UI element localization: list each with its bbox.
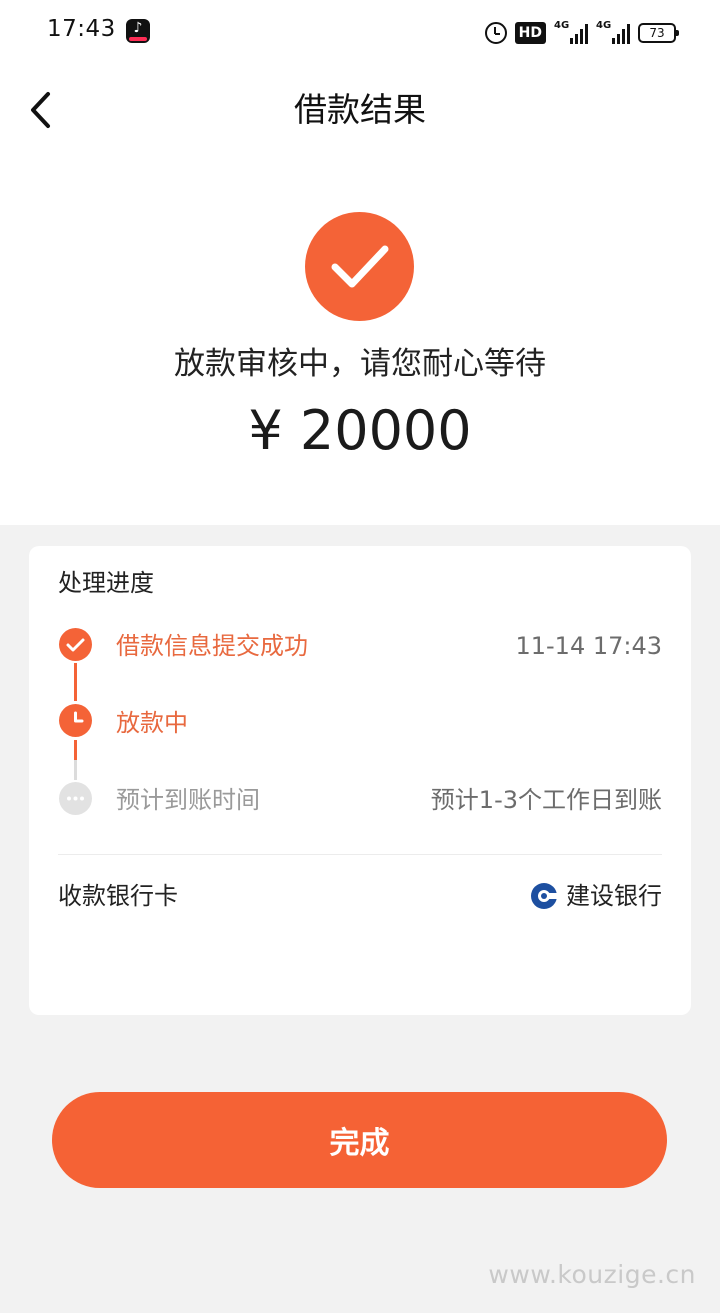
status-bar: 17:43 ♪ HD 4G 4G 73 bbox=[0, 0, 720, 64]
back-button[interactable] bbox=[28, 88, 68, 132]
ccb-bank-logo-icon bbox=[531, 883, 558, 909]
bank-card-label: 收款银行卡 bbox=[58, 882, 178, 910]
hd-badge: HD bbox=[514, 22, 546, 44]
bank-card-value: 建设银行 bbox=[530, 879, 662, 913]
signal-icon: 4G bbox=[596, 20, 630, 44]
status-icons: HD 4G 4G 73 bbox=[484, 18, 679, 48]
divider bbox=[58, 854, 662, 855]
progress-card: 处理进度 借款信息提交成功 11-14 17:43 放款中 预计到账时间 预计1… bbox=[29, 546, 691, 1015]
check-icon bbox=[305, 212, 414, 321]
signal-icon: 4G bbox=[554, 20, 588, 44]
tiktok-icon: ♪ bbox=[126, 19, 150, 43]
alarm-icon bbox=[484, 22, 507, 44]
arrival-estimate: 预计1-3个工作日到账 bbox=[430, 786, 662, 814]
progress-line bbox=[74, 663, 77, 701]
step-timestamp: 11-14 17:43 bbox=[515, 632, 662, 660]
step-label: 借款信息提交成功 bbox=[116, 632, 308, 660]
watermark: www.kouzige.cn bbox=[488, 1260, 696, 1289]
progress-line bbox=[74, 740, 77, 760]
step-label: 预计到账时间 bbox=[116, 786, 260, 814]
check-icon bbox=[59, 628, 92, 661]
loan-amount: ¥ 20000 bbox=[248, 399, 472, 462]
chevron-left-icon bbox=[31, 92, 50, 128]
clock-icon bbox=[59, 704, 92, 737]
step-label: 放款中 bbox=[116, 709, 188, 737]
battery-icon: 73 bbox=[638, 23, 679, 43]
ellipsis-icon bbox=[59, 782, 92, 815]
network-label: 4G bbox=[554, 20, 570, 31]
network-label: 4G bbox=[596, 20, 612, 31]
done-button[interactable]: 完成 bbox=[52, 1092, 667, 1188]
status-message: 放款审核中，请您耐心等待 bbox=[174, 346, 546, 382]
status-time: 17:43 bbox=[47, 16, 116, 42]
bank-name: 建设银行 bbox=[566, 882, 662, 910]
page-title: 借款结果 bbox=[294, 90, 426, 129]
progress-line bbox=[74, 760, 77, 780]
progress-title: 处理进度 bbox=[58, 569, 154, 597]
